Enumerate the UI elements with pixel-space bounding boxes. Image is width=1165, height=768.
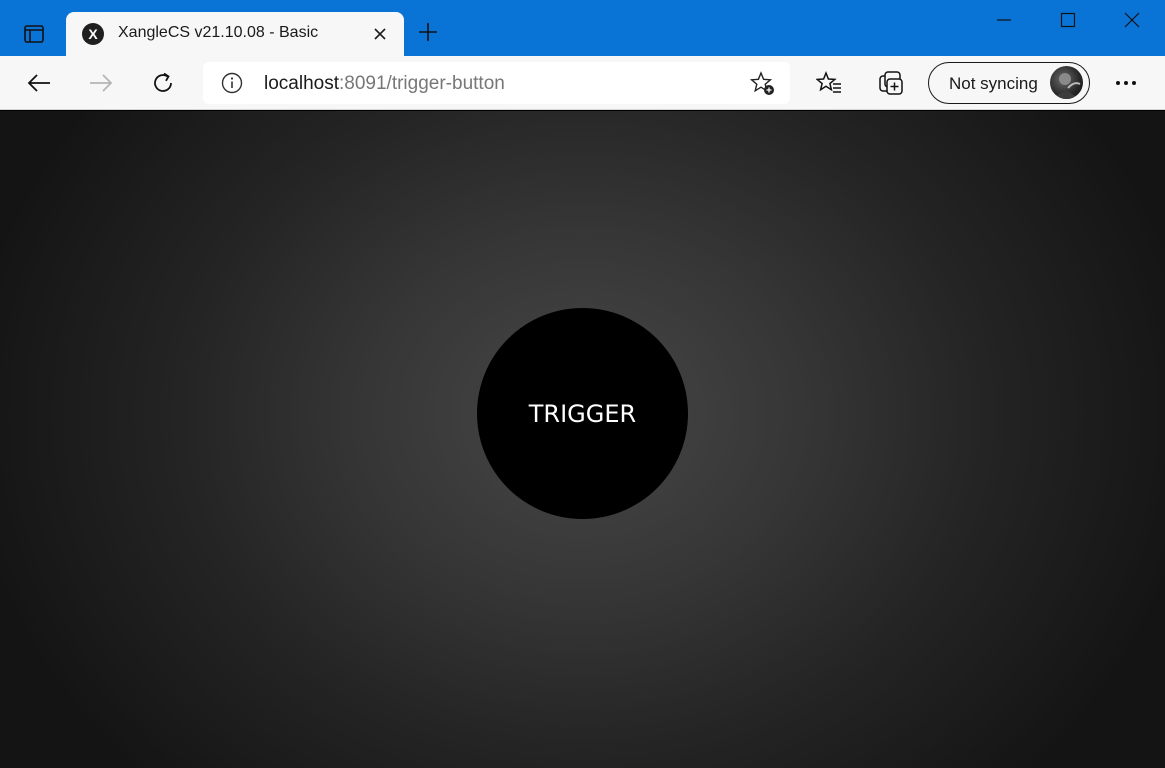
tab-actions-icon[interactable] xyxy=(14,14,54,54)
minimize-icon[interactable] xyxy=(972,0,1036,40)
page-content: TRIGGER xyxy=(0,111,1165,768)
maximize-icon[interactable] xyxy=(1036,0,1100,40)
url-host: localhost xyxy=(264,73,339,94)
title-bar: X XangleCS v21.10.08 - Basic xyxy=(0,0,1165,56)
site-info-icon[interactable] xyxy=(221,72,243,94)
xangle-favicon-icon: X xyxy=(82,23,104,45)
new-tab-icon[interactable] xyxy=(412,16,444,48)
favorites-icon[interactable] xyxy=(811,65,847,101)
forward-arrow-icon[interactable] xyxy=(83,65,119,101)
back-arrow-icon[interactable] xyxy=(21,65,57,101)
address-bar[interactable]: localhost:8091/trigger-button xyxy=(203,62,790,104)
browser-toolbar: localhost:8091/trigger-button Not syncin… xyxy=(0,56,1165,110)
profile-button[interactable]: Not syncing xyxy=(928,62,1090,104)
more-options-icon[interactable] xyxy=(1108,65,1144,101)
url-text[interactable]: localhost:8091/trigger-button xyxy=(264,73,505,95)
collections-icon[interactable] xyxy=(873,65,909,101)
add-favorite-icon[interactable] xyxy=(749,70,777,98)
url-path: :8091/trigger-button xyxy=(339,73,505,94)
profile-status-label: Not syncing xyxy=(949,74,1038,93)
tab-title: XangleCS v21.10.08 - Basic xyxy=(118,24,319,41)
close-tab-icon[interactable] xyxy=(368,22,392,46)
close-window-icon[interactable] xyxy=(1100,0,1164,40)
browser-tab[interactable]: X XangleCS v21.10.08 - Basic xyxy=(66,12,404,56)
refresh-icon[interactable] xyxy=(145,65,181,101)
avatar xyxy=(1050,66,1083,99)
trigger-button[interactable]: TRIGGER xyxy=(477,308,688,519)
